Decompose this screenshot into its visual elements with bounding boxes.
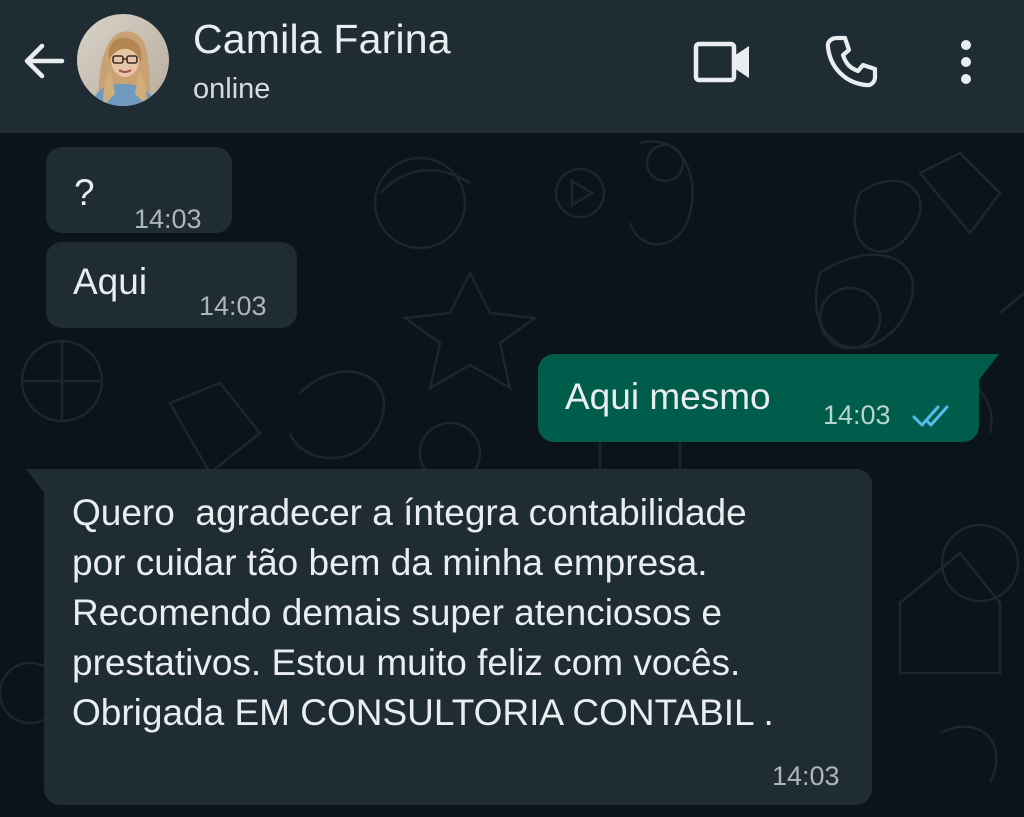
back-arrow-icon (24, 43, 65, 79)
message-line: Recomendo demais super atenciosos e (72, 592, 722, 633)
phone-call-icon (825, 35, 878, 88)
back-button[interactable] (18, 37, 70, 85)
more-options-button[interactable] (946, 32, 986, 92)
message-time: 14:03 (823, 400, 891, 430)
message-line: prestativos. Estou muito feliz com vocês… (72, 642, 741, 683)
message-text: ? (74, 172, 95, 213)
contact-status: online (193, 73, 271, 105)
contact-name[interactable]: Camila Farina (193, 16, 451, 62)
message-time: 14:03 (199, 291, 267, 321)
message-line: Obrigada EM CONSULTORIA CONTABIL . (72, 692, 774, 733)
incoming-message[interactable]: Aqui 14:03 (46, 242, 297, 328)
chat-area[interactable]: ? 14:03 Aqui 14:03 Aqui mesmo 14:03 Quer… (0, 133, 1024, 817)
message-line: Quero agradecer a íntegra contabilidade (72, 492, 747, 533)
incoming-message[interactable]: Quero agradecer a íntegra contabilidade … (44, 469, 872, 805)
incoming-message[interactable]: ? 14:03 (46, 147, 232, 234)
message-line: por cuidar tão bem da minha empresa. (72, 542, 708, 583)
voice-call-button[interactable] (820, 32, 882, 92)
message-text: Aqui (73, 261, 148, 302)
video-call-button[interactable] (690, 36, 756, 88)
message-time: 14:03 (134, 204, 202, 234)
outgoing-bubble-tail (965, 354, 999, 380)
message-text: Aqui mesmo (565, 376, 771, 417)
chat-header: Camila Farina online (0, 0, 1024, 133)
read-receipt-icon (912, 405, 949, 427)
message-time: 14:03 (772, 761, 840, 791)
outgoing-message[interactable]: Aqui mesmo 14:03 (538, 354, 979, 442)
contact-avatar[interactable] (77, 14, 169, 106)
video-call-icon (693, 41, 749, 83)
more-options-icon (961, 40, 971, 84)
